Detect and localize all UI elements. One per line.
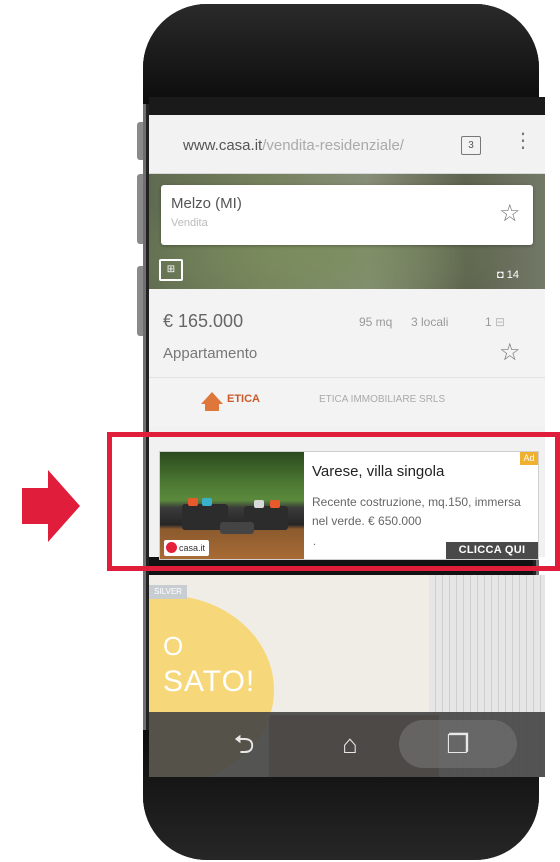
- volume-up-button: [137, 122, 143, 160]
- listing-rooms: 3 locali: [411, 315, 449, 329]
- url-path: /vendita-residenziale/: [262, 137, 404, 154]
- volume-down-button: [137, 174, 143, 244]
- status-bar: [149, 97, 545, 115]
- listing-info[interactable]: € 165.000 95 mq 3 locali 1 ⊟ Appartament…: [149, 289, 545, 427]
- listing-price: € 165.000: [163, 311, 244, 331]
- ad-highlight-frame: [107, 432, 560, 571]
- listing-header-card[interactable]: Melzo (MI) Vendita ☆: [161, 185, 533, 245]
- agency-house-icon: [201, 392, 223, 404]
- promo-text-line2: SATO!: [163, 665, 256, 698]
- agency-house-body: [205, 404, 219, 411]
- url-field[interactable]: www.casa.it/vendita-residenziale/: [183, 137, 404, 154]
- photo-count: ◘ 14: [497, 269, 519, 281]
- listing-baths: 1 ⊟: [485, 315, 505, 329]
- phone-top-bezel: [143, 4, 539, 104]
- camera-icon: ◘: [497, 269, 504, 281]
- listing-surface: 95 mq: [359, 315, 393, 329]
- favorite-star-icon[interactable]: ☆: [499, 202, 521, 226]
- silver-badge: SILVER: [149, 585, 187, 599]
- browser-url-bar[interactable]: www.casa.it/vendita-residenziale/ 3 ⋮: [149, 115, 545, 174]
- save-listing-star-icon[interactable]: ☆: [499, 341, 521, 365]
- bath-icon: ⊟: [495, 315, 506, 329]
- agency-logo: ETICA: [201, 390, 281, 412]
- home-icon[interactable]: ⌂: [315, 712, 385, 777]
- recent-apps-icon[interactable]: ❐: [423, 712, 493, 777]
- listing-contract-type: Vendita: [171, 217, 208, 229]
- browser-menu-icon[interactable]: ⋮: [513, 131, 533, 151]
- android-nav-bar: ⮌ ⌂ ❐: [149, 712, 545, 777]
- agency-brand: ETICA: [227, 393, 260, 405]
- promo-text-line1: O: [163, 631, 184, 661]
- agency-name: ETICA IMMOBILIARE SRLS: [319, 394, 446, 405]
- listing-divider: [149, 377, 545, 378]
- power-button: [137, 266, 143, 336]
- photo-count-value: 14: [506, 269, 519, 281]
- url-domain: www.casa.it: [183, 137, 263, 154]
- back-icon[interactable]: ⮌: [209, 712, 279, 777]
- tabs-count-button[interactable]: 3: [461, 136, 481, 155]
- pointer-arrow-icon: [22, 470, 80, 542]
- listing-baths-value: 1: [485, 315, 492, 329]
- listing-city: Melzo (MI): [171, 195, 242, 212]
- listing-property-type: Appartamento: [163, 345, 258, 362]
- floor-plan-icon[interactable]: ⊞: [159, 259, 183, 281]
